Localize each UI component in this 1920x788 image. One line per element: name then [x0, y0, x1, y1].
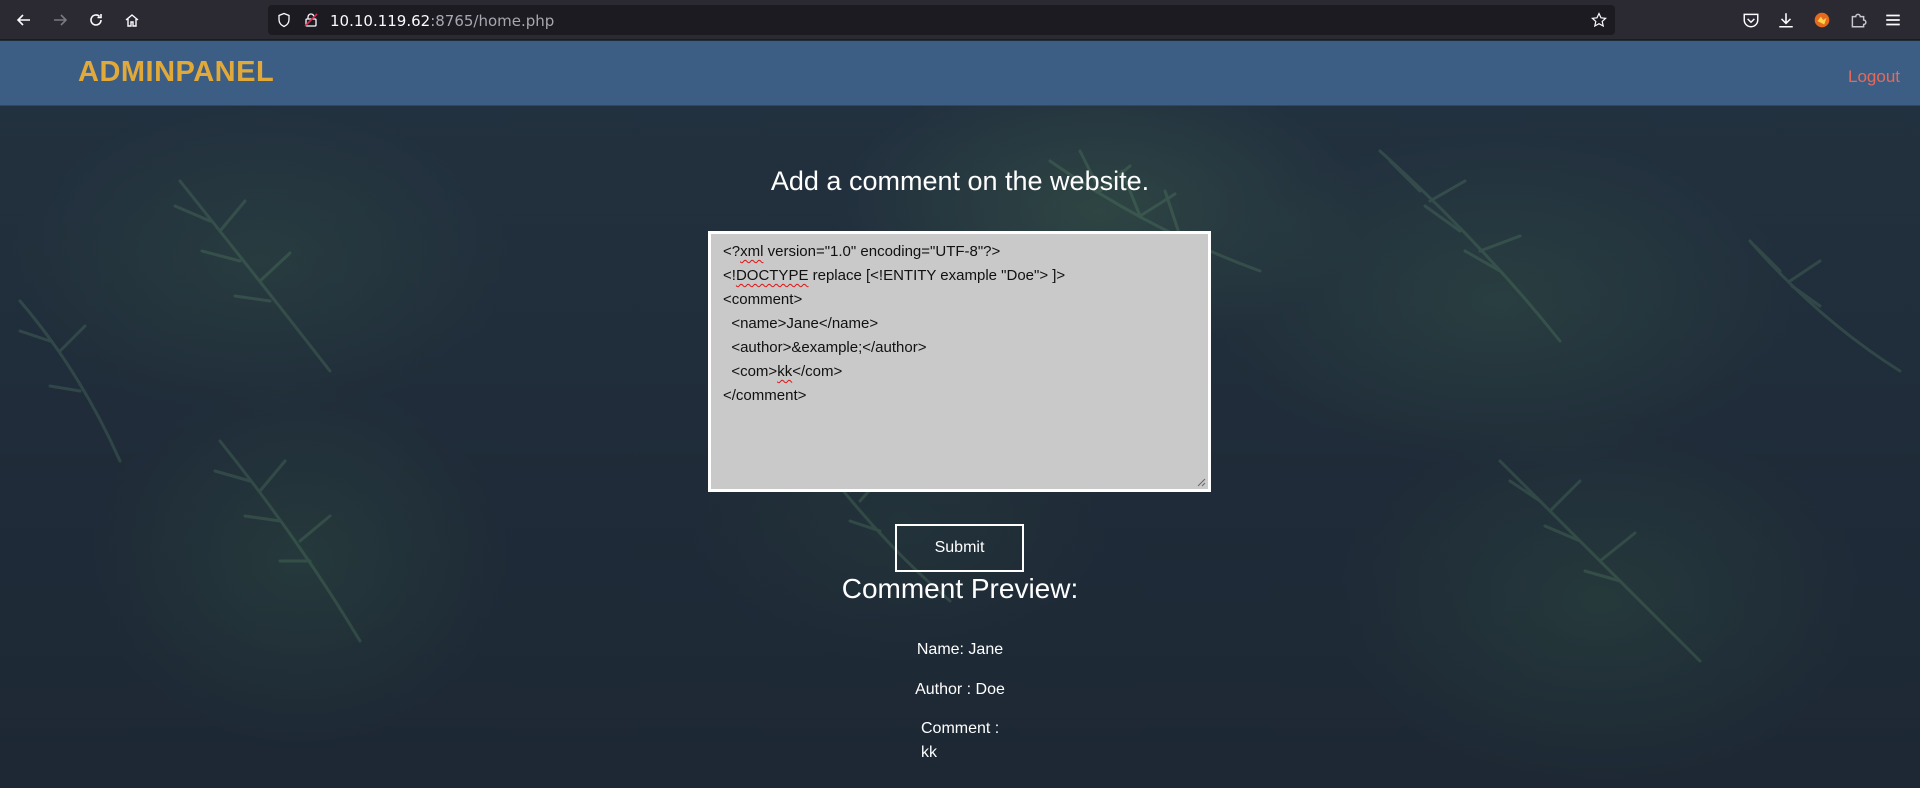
textarea-line-text: </comment>	[723, 387, 807, 404]
textarea-line: <com>kk</com>	[723, 360, 1196, 384]
spellcheck-underlined-word: xml	[740, 243, 764, 260]
back-arrow-icon	[16, 14, 30, 26]
downloads-icon[interactable]	[1777, 11, 1795, 29]
menu-hamburger-icon[interactable]	[1884, 11, 1902, 29]
preview-comment-label: Comment :	[921, 720, 1000, 737]
textarea-line: <name>Jane</name>	[723, 312, 1196, 336]
textarea-line-text: <?	[723, 243, 741, 260]
textarea-line: <author>&example;</author>	[723, 336, 1196, 360]
textarea-line: </comment>	[723, 384, 1196, 408]
comment-preview-title: Comment Preview:	[841, 573, 1079, 604]
reload-icon	[90, 14, 102, 26]
url-bar[interactable]: 10.10.119.62:8765/home.php	[268, 5, 1615, 35]
forward-arrow-icon	[54, 14, 68, 26]
textarea-line: <?xml version="1.0" encoding="UTF-8"?>	[723, 240, 1196, 264]
extension-puzzle-icon[interactable]	[1849, 11, 1867, 29]
textarea-line: <comment>	[723, 288, 1196, 312]
page-heading: Add a comment on the website.	[770, 166, 1150, 196]
home-button[interactable]	[118, 6, 146, 34]
logout-link[interactable]: Logout	[1848, 67, 1900, 87]
home-icon	[125, 14, 139, 27]
bookmark-star-icon[interactable]	[1591, 12, 1607, 28]
foxyproxy-extension-icon[interactable]	[1813, 11, 1831, 29]
submit-button[interactable]: Submit	[895, 524, 1024, 572]
preview-author: Author : Doe	[915, 681, 1005, 698]
browser-toolbar: 10.10.119.62:8765/home.php	[0, 0, 1920, 40]
textarea-line-text: version="1.0" encoding="UTF-8"?>	[763, 243, 1001, 260]
pocket-icon[interactable]	[1742, 11, 1760, 29]
forward-button[interactable]	[46, 6, 74, 34]
preview-name: Name: Jane	[916, 641, 1004, 658]
comment-xml-textarea[interactable]: <?xml version="1.0" encoding="UTF-8"?> <!…	[708, 231, 1211, 492]
textarea-line-text: <!	[723, 267, 736, 284]
shield-icon[interactable]	[276, 12, 292, 28]
textarea-line-text: replace [<!ENTITY example "Doe"> ]>	[808, 267, 1066, 284]
textarea-line: <!DOCTYPE replace [<!ENTITY example "Doe…	[723, 264, 1196, 288]
textarea-line-text: <author>&example;</author>	[723, 339, 927, 356]
spellcheck-underlined-word: DOCTYPE	[735, 267, 809, 284]
url-text[interactable]: 10.10.119.62:8765/home.php	[330, 12, 554, 30]
textarea-line-text: <comment>	[723, 291, 803, 308]
textarea-line-text: <com>	[723, 363, 778, 380]
brand-logo-text[interactable]: ADMINPANEL	[78, 56, 274, 89]
back-button[interactable]	[10, 6, 38, 34]
preview-comment-value: kk	[921, 744, 937, 761]
admin-navbar: ADMINPANEL Logout	[0, 41, 1920, 106]
textarea-line-text: <name>Jane</name>	[723, 315, 879, 332]
reload-button[interactable]	[82, 6, 110, 34]
spellcheck-underlined-word: kk	[777, 363, 793, 380]
page-content: ADMINPANEL Logout Add a comment on the w…	[0, 41, 1920, 788]
resize-handle-icon[interactable]	[1196, 477, 1206, 487]
insecure-lock-icon[interactable]	[303, 12, 319, 28]
textarea-line-text: </com>	[792, 363, 843, 380]
